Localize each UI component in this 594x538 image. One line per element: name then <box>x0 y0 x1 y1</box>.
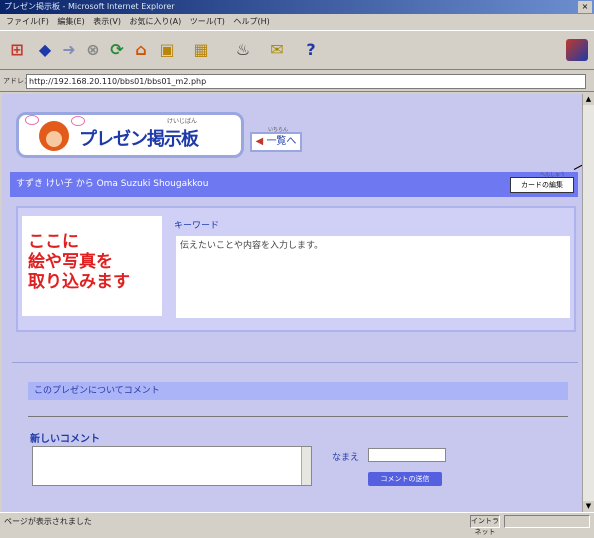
menu-item-help[interactable]: ヘルプ(H) <box>233 17 269 26</box>
windows-logo-icon[interactable]: ⊞ <box>6 39 28 61</box>
menu-item-tools[interactable]: ツール(T) <box>190 17 225 26</box>
status-bar: ページが表示されました イントラネット <box>0 512 594 536</box>
help-icon[interactable]: ? <box>300 39 322 61</box>
history-icon[interactable]: ♨ <box>232 39 254 61</box>
home-icon[interactable]: ⌂ <box>130 39 152 61</box>
comment-section-header: このプレゼンについてコメント <box>28 382 568 400</box>
arrow-left-icon: ◀ <box>255 136 264 147</box>
close-icon[interactable]: × <box>578 1 592 13</box>
author-line: すずき けい子 から Oma Suzuki Shougakkou <box>16 179 209 189</box>
photo-placeholder[interactable]: ここに 絵や写真を 取り込みます <box>22 216 162 316</box>
refresh-icon[interactable]: ⟳ <box>106 39 128 61</box>
edit-card-button[interactable]: へんしゅう カードの編集 <box>510 173 574 193</box>
divider <box>12 362 578 363</box>
keyword-label: キーワード <box>174 221 220 231</box>
back-button-ruby: いちらん <box>268 127 289 133</box>
photo-placeholder-line: 絵や写真を <box>28 252 113 272</box>
status-text: ページが表示されました <box>4 517 92 526</box>
status-zone: イントラネット <box>470 515 500 536</box>
vertical-scrollbar[interactable]: ▲ ▼ <box>582 94 594 512</box>
back-to-list-button[interactable]: いちらん ◀ 一覧へ <box>250 127 302 152</box>
menu-item-edit[interactable]: 編集(E) <box>57 17 84 26</box>
author-bar: すずき けい子 から Oma Suzuki Shougakkou へんしゅう カ… <box>10 172 578 197</box>
textarea-scrollbar[interactable] <box>301 447 311 485</box>
window-title-bar: プレゼン掲示板 - Microsoft Internet Explorer × <box>0 0 594 14</box>
menu-item-file[interactable]: ファイル(F) <box>6 17 49 26</box>
stop-icon[interactable]: ⊗ <box>82 39 104 61</box>
scroll-up-icon[interactable]: ▲ <box>583 94 594 105</box>
card-button-ruby: へんしゅう <box>539 172 565 178</box>
browser-logo-icon <box>566 39 588 61</box>
menu-item-view[interactable]: 表示(V) <box>93 17 121 26</box>
back-button-label: 一覧へ <box>266 136 297 147</box>
page-content: けいじばん プレゼン掲示板 いちらん ◀ 一覧へ すずき けい子 から Oma … <box>2 94 582 512</box>
name-label: なまえ <box>332 453 360 463</box>
mail-icon[interactable]: ✉ <box>266 39 288 61</box>
photo-placeholder-line: 取り込みます <box>28 272 130 292</box>
address-bar: アドレス http://192.168.20.110/bbs01/bbs01_m… <box>0 72 594 92</box>
site-logo: けいじばん プレゼン掲示板 <box>16 112 244 158</box>
photo-placeholder-line: ここに <box>28 232 79 252</box>
submit-comment-button[interactable]: コメントの送信 <box>368 472 442 486</box>
divider <box>28 416 568 417</box>
window-title: プレゼン掲示板 - Microsoft Internet Explorer <box>4 2 175 11</box>
scroll-down-icon[interactable]: ▼ <box>583 501 594 512</box>
favorites-icon[interactable]: ▦ <box>190 39 212 61</box>
new-comment-label: 新しいコメント <box>30 434 100 445</box>
presentation-panel: ここに 絵や写真を 取り込みます キーワード 伝えたいことや内容を入力します。 <box>16 206 576 332</box>
callout-line <box>573 157 582 170</box>
forward-arrow-icon[interactable]: ➜ <box>58 39 80 61</box>
logo-ruby: けいじばん <box>167 118 198 125</box>
girl-face-icon <box>39 121 69 151</box>
status-segment <box>504 515 590 528</box>
menu-bar: ファイル(F) 編集(E) 表示(V) お気に入り(A) ツール(T) ヘルプ(… <box>0 14 594 29</box>
bubble-icon <box>25 115 39 125</box>
toolbar: ⊞ ◆ ➜ ⊗ ⟳ ⌂ ▣ ▦ ♨ ✉ ? <box>0 30 594 70</box>
search-icon[interactable]: ▣ <box>156 39 178 61</box>
back-arrow-icon[interactable]: ◆ <box>34 39 56 61</box>
card-button-label: カードの編集 <box>521 181 563 189</box>
page-title: プレゼン掲示板 <box>79 129 199 150</box>
name-input[interactable] <box>368 448 446 462</box>
keyword-text: 伝えたいことや内容を入力します。 <box>176 236 570 318</box>
comment-textarea[interactable] <box>32 446 312 486</box>
address-input[interactable]: http://192.168.20.110/bbs01/bbs01_m2.php <box>26 74 586 89</box>
menu-item-favorites[interactable]: お気に入り(A) <box>130 17 182 26</box>
